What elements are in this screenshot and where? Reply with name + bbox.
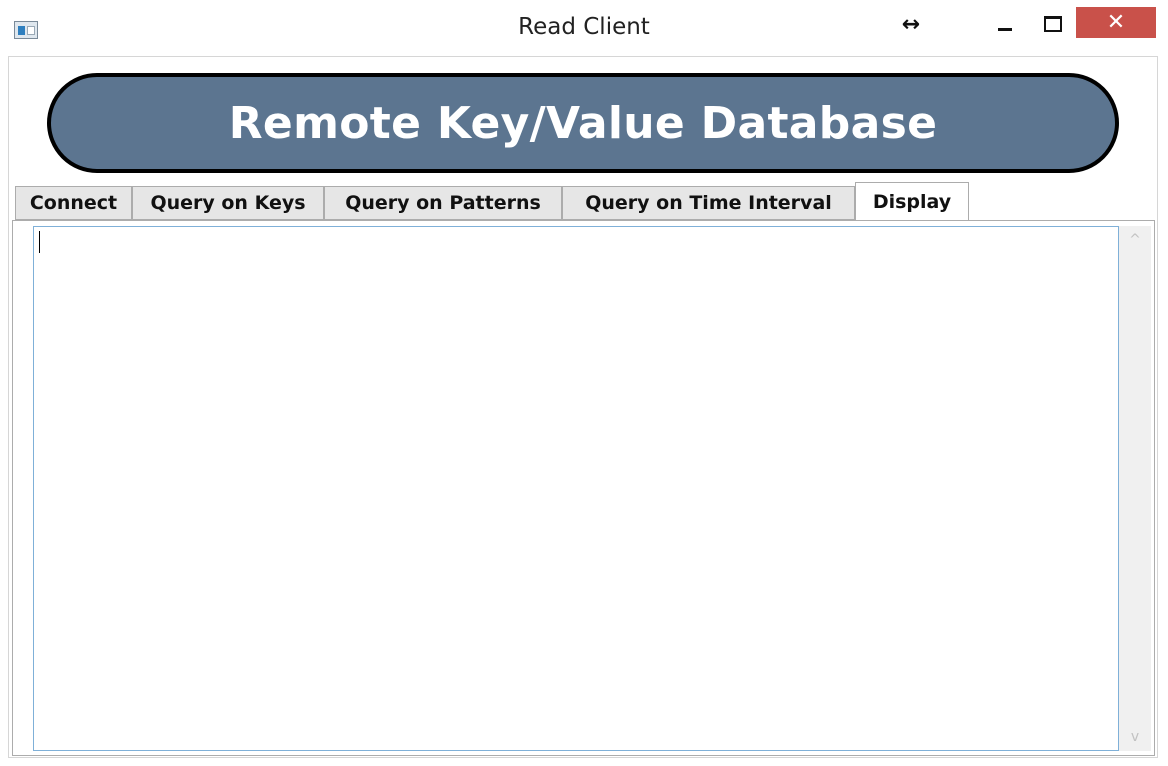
vertical-scrollbar[interactable]: ^ v [1119,226,1151,751]
banner-title: Remote Key/Value Database [228,97,938,149]
title-bar[interactable]: Read Client ↔ ✕ [0,0,1168,56]
tab-display[interactable]: Display [855,182,969,220]
tab-query-on-keys[interactable]: Query on Keys [132,186,324,220]
read-client-window: Read Client ↔ ✕ Remote Key/Value Databas… [0,0,1168,766]
display-textarea[interactable] [33,226,1119,751]
scroll-down-arrow-icon[interactable]: v [1119,723,1151,751]
tab-connect[interactable]: Connect [15,186,132,220]
tab-query-on-time-interval[interactable]: Query on Time Interval [562,186,855,220]
close-icon: ✕ [1106,10,1126,35]
minimize-icon [998,27,1012,31]
maximize-button[interactable] [1036,8,1070,40]
tab-query-on-patterns[interactable]: Query on Patterns [324,186,562,220]
banner: Remote Key/Value Database [47,73,1119,173]
minimize-button[interactable] [988,8,1022,40]
text-caret [39,231,40,253]
close-button[interactable]: ✕ [1076,7,1156,38]
maximize-icon [1044,16,1062,32]
horizontal-resize-icon: ↔ [901,11,921,37]
scroll-up-arrow-icon[interactable]: ^ [1119,226,1151,254]
